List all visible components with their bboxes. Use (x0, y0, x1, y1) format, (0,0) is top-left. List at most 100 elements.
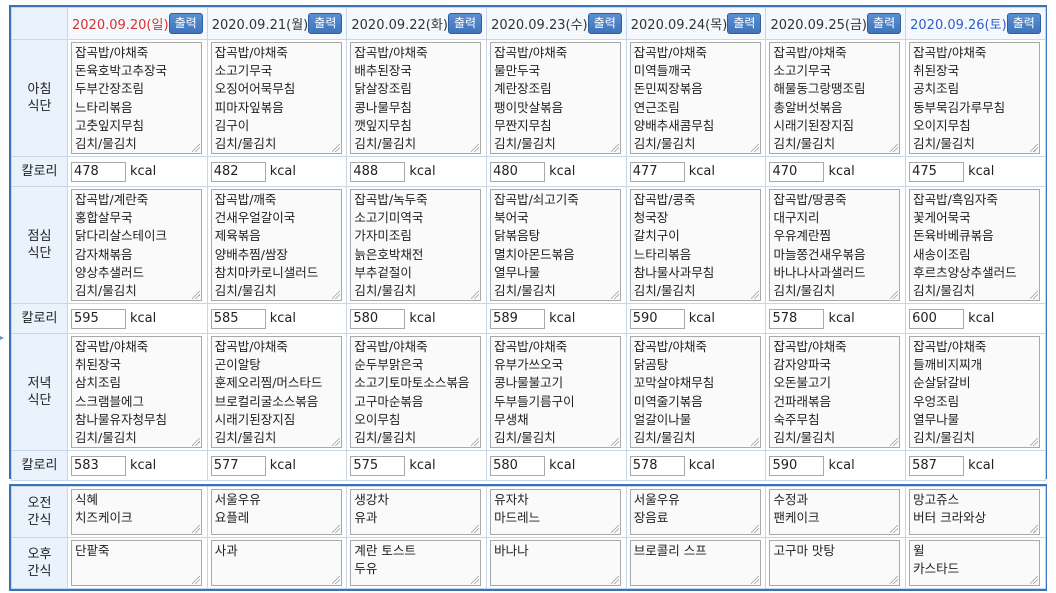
resize-grip-icon[interactable] (331, 438, 340, 446)
resize-grip-icon[interactable] (331, 525, 340, 533)
kcal-input[interactable] (769, 161, 825, 182)
resize-grip-icon[interactable] (331, 576, 340, 584)
menu-line: 유과 (354, 510, 378, 526)
lunch-row-textarea[interactable]: 잡곡밥/깨죽 건새우얼갈이국 제육볶음 양배추찜/쌈장 참치마카로니샐러드 김치/물김치 (210, 189, 342, 301)
resize-grip-icon[interactable] (192, 291, 200, 299)
lunch-row-textarea[interactable]: 잡곡밥/땅콩죽 대구지리 우유계란찜 마늘쫑건새우볶음 바나나사과샐러드 김치/물김치 (769, 189, 901, 301)
breakfast-row-textarea[interactable]: 잡곡밥/야채죽 배추된장국 닭살장조림 콩나물무침 깻잎지무침 김치/물김치 (350, 42, 482, 154)
kcal-input[interactable] (909, 161, 965, 182)
dinner-row-textarea[interactable]: 잡곡밥/야채죽 순두부맑은국 소고기토마토소스볶음 고구마순볶음 오이무침 김치/물김치 (350, 336, 482, 448)
am-snack-row-textarea[interactable]: 유자차 마드레느 (490, 489, 622, 535)
lunch-row-textarea[interactable]: 잡곡밥/계란죽 홍합살무국 닭다리살스테이크 감자채볶음 양상추샐러드 김치/물김치 (71, 189, 202, 301)
resize-grip-icon[interactable] (471, 144, 480, 152)
resize-grip-icon[interactable] (750, 291, 759, 299)
resize-grip-icon[interactable] (471, 291, 480, 299)
kcal-input[interactable] (629, 308, 685, 329)
resize-grip-icon[interactable] (1030, 576, 1039, 584)
resize-grip-icon[interactable] (750, 438, 759, 446)
dinner-row-textarea[interactable]: 잡곡밥/야채죽 취된장국 삼치조림 스크램블에그 참나물유자청무침 김치/물김치 (71, 336, 202, 448)
resize-grip-icon[interactable] (1030, 291, 1039, 299)
resize-grip-icon[interactable] (192, 525, 200, 533)
kcal-input[interactable] (71, 161, 126, 182)
am-snack-row-textarea[interactable]: 식혜 치즈케이크 (71, 489, 202, 535)
pm-snack-row-textarea[interactable]: 윌 카스타드 (909, 540, 1041, 586)
breakfast-row-textarea[interactable]: 잡곡밥/야채죽 취된장국 공치조림 동부묵김가루무침 오이지무침 김치/물김치 (909, 42, 1041, 154)
pm-snack-row-textarea[interactable]: 브로콜리 스프 (629, 540, 761, 586)
kcal-input[interactable] (909, 308, 965, 329)
kcal-input[interactable] (350, 455, 406, 476)
am-snack-row-textarea[interactable]: 수정과 팬케이크 (769, 489, 901, 535)
print-button[interactable]: 출력 (308, 13, 343, 34)
resize-grip-icon[interactable] (471, 438, 480, 446)
dinner-row-textarea[interactable]: 잡곡밥/야채죽 감자양파국 오돈불고기 건파래볶음 숙주무침 김치/물김치 (769, 336, 901, 448)
resize-grip-icon[interactable] (750, 576, 759, 584)
print-button[interactable]: 출력 (447, 13, 483, 34)
kcal-input[interactable] (71, 455, 126, 476)
lunch-row-textarea[interactable]: 잡곡밥/콩죽 청국장 갈치구이 느타리볶음 참나물사과무침 김치/물김치 (629, 189, 761, 301)
kcal-input[interactable] (769, 308, 825, 329)
lunch-row-textarea[interactable]: 잡곡밥/녹두죽 소고기미역국 가자미조림 늙은호박채전 부추겉절이 김치/물김치 (350, 189, 482, 301)
kcal-input[interactable] (909, 455, 965, 476)
resize-grip-icon[interactable] (890, 144, 899, 152)
breakfast-row-textarea[interactable]: 잡곡밥/야채죽 소고기무국 오징어어묵무침 피마자잎볶음 김구이 김치/물김치 (210, 42, 342, 154)
resize-grip-icon[interactable] (1030, 438, 1039, 446)
breakfast-row-textarea[interactable]: 잡곡밥/야채죽 돈육호박고추장국 두부간장조림 느타리볶음 고춧잎지무침 김치/물김치 (71, 42, 202, 154)
kcal-input[interactable] (629, 161, 685, 182)
kcal-input[interactable] (629, 455, 685, 476)
am-snack-row-textarea[interactable]: 서울우유 요플레 (210, 489, 342, 535)
am-snack-row-textarea[interactable]: 생강차 유과 (350, 489, 482, 535)
resize-grip-icon[interactable] (611, 525, 620, 533)
kcal-input[interactable] (490, 161, 546, 182)
resize-grip-icon[interactable] (1030, 144, 1039, 152)
kcal-input[interactable] (350, 161, 406, 182)
resize-grip-icon[interactable] (1030, 525, 1039, 533)
kcal-input[interactable] (490, 308, 546, 329)
kcal-input[interactable] (769, 455, 825, 476)
breakfast-row-textarea[interactable]: 잡곡밥/야채죽 물만두국 계란장조림 팽이맛살볶음 무짠지무침 김치/물김치 (490, 42, 622, 154)
snack-table-frame: 오전 간식 식혜 치즈케이크 서울우유 요플레 생강차 유과 유자차 마드레느 서울우유 장음료 수정과… (9, 484, 1047, 591)
print-button[interactable]: 출력 (867, 13, 902, 34)
kcal-input[interactable] (210, 308, 266, 329)
pm-snack-row-textarea[interactable]: 단팥죽 (71, 540, 202, 586)
kcal-input[interactable] (71, 308, 126, 329)
resize-grip-icon[interactable] (890, 438, 899, 446)
print-button[interactable]: 출력 (1006, 13, 1041, 34)
pm-snack-row-textarea[interactable]: 사과 (210, 540, 342, 586)
kcal-input[interactable] (210, 455, 266, 476)
resize-grip-icon[interactable] (331, 291, 340, 299)
resize-grip-icon[interactable] (192, 144, 200, 152)
am-snack-row-textarea[interactable]: 망고쥬스 버터 크라와상 (909, 489, 1041, 535)
pm-snack-row-textarea[interactable]: 바나나 (490, 540, 622, 586)
print-button[interactable]: 출력 (587, 13, 622, 34)
am-snack-row-textarea[interactable]: 서울우유 장음료 (629, 489, 761, 535)
pm-snack-row-textarea[interactable]: 고구마 맛탕 (769, 540, 901, 586)
dinner-row-textarea[interactable]: 잡곡밥/야채죽 곤이알탕 훈제오리찜/머스타드 브로컬리굴소스볶음 시래기된장지짐 김치/… (210, 336, 342, 448)
kcal-input[interactable] (210, 161, 266, 182)
resize-grip-icon[interactable] (750, 144, 759, 152)
resize-grip-icon[interactable] (611, 438, 620, 446)
kcal-input[interactable] (350, 308, 406, 329)
resize-grip-icon[interactable] (192, 576, 200, 584)
resize-grip-icon[interactable] (611, 144, 620, 152)
print-button[interactable]: 출력 (727, 13, 762, 34)
dinner-row-textarea[interactable]: 잡곡밥/야채죽 유부가쓰오국 콩나물불고기 두부들기름구이 무생채 김치/물김치 (490, 336, 622, 448)
resize-grip-icon[interactable] (750, 525, 759, 533)
resize-grip-icon[interactable] (331, 144, 340, 152)
print-button[interactable]: 출력 (168, 13, 203, 34)
resize-grip-icon[interactable] (471, 576, 480, 584)
lunch-row-textarea[interactable]: 잡곡밥/흑임자죽 꽃게어묵국 돈육바베큐볶음 새송이조림 후르츠양상추샐러드 김치/물김치 (909, 189, 1041, 301)
pm-snack-row-textarea[interactable]: 계란 토스트 두유 (350, 540, 482, 586)
breakfast-row-textarea[interactable]: 잡곡밥/야채죽 소고기무국 해물동그랑땡조림 총알버섯볶음 시래기된장지짐 김치/물김치 (769, 42, 901, 154)
resize-grip-icon[interactable] (192, 438, 200, 446)
resize-grip-icon[interactable] (890, 291, 899, 299)
resize-grip-icon[interactable] (890, 576, 899, 584)
resize-grip-icon[interactable] (611, 576, 620, 584)
resize-grip-icon[interactable] (890, 525, 899, 533)
breakfast-row-textarea[interactable]: 잡곡밥/야채죽 미역들깨국 돈민찌장볶음 연근조림 양배추새콤무침 김치/물김치 (629, 42, 761, 154)
resize-grip-icon[interactable] (611, 291, 620, 299)
dinner-row-textarea[interactable]: 잡곡밥/야채죽 들깨비지찌개 순살닭갈비 우엉조림 열무나물 김치/물김치 (909, 336, 1041, 448)
dinner-row-textarea[interactable]: 잡곡밥/야채죽 닭곰탕 꼬막살야채무침 미역줄기볶음 얼갈이나물 김치/물김치 (629, 336, 761, 448)
lunch-row-textarea[interactable]: 잡곡밥/쇠고기죽 북어국 닭볶음탕 멸치아몬드볶음 열무나물 김치/물김치 (490, 189, 622, 301)
kcal-input[interactable] (490, 455, 546, 476)
resize-grip-icon[interactable] (471, 525, 480, 533)
